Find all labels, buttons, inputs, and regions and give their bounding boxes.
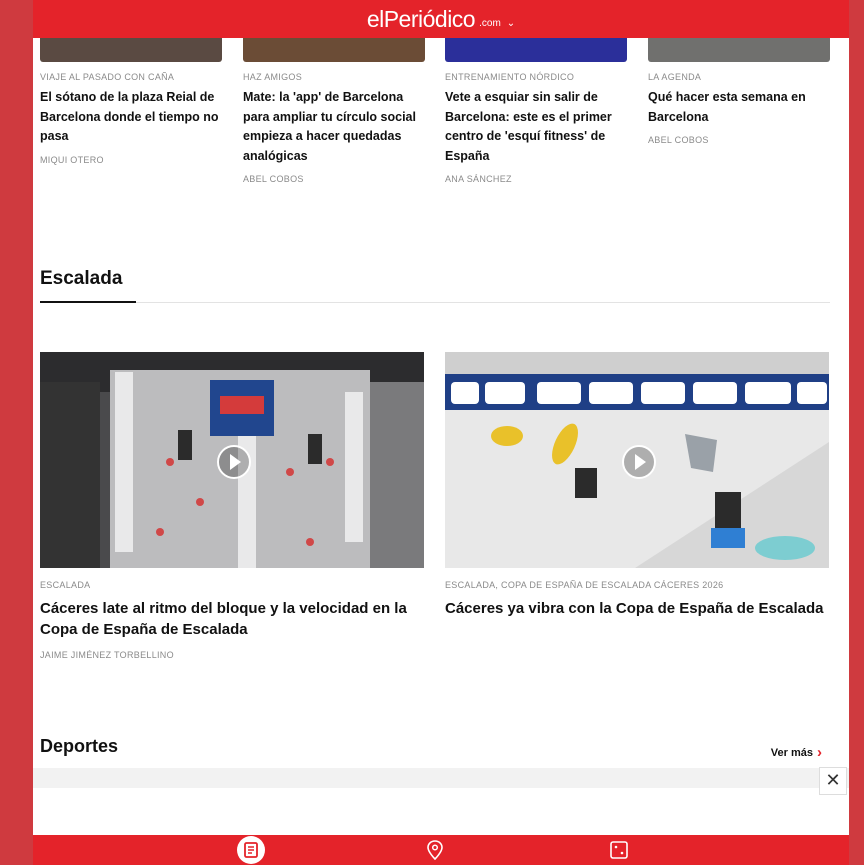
article-author: ANA SÁNCHEZ	[445, 174, 512, 184]
section-divider	[40, 302, 830, 303]
video-thumbnail[interactable]	[40, 352, 424, 568]
ad-banner	[33, 768, 849, 788]
article-card[interactable]: HAZ AMIGOS Mate: la 'app' de Barcelona p…	[243, 38, 425, 184]
article-thumbnail[interactable]	[648, 38, 830, 62]
article-card[interactable]: LA AGENDA Qué hacer esta semana en Barce…	[648, 38, 830, 145]
article-category[interactable]: HAZ AMIGOS	[243, 72, 425, 82]
brand-suffix: .com	[479, 17, 501, 29]
article-category[interactable]: LA AGENDA	[648, 72, 830, 82]
article-author: JAIME JIMÉNEZ TORBELLINO	[40, 650, 174, 660]
page: elPeriódico .com ⌄ VIAJE AL PASADO CON C…	[33, 0, 849, 865]
location-pin-icon	[427, 840, 443, 860]
article-title[interactable]: Mate: la 'app' de Barcelona para ampliar…	[243, 88, 425, 166]
article-card[interactable]: ENTRENAMIENTO NÓRDICO Vete a esquiar sin…	[445, 38, 627, 184]
section-title[interactable]: Escalada	[40, 268, 830, 290]
close-ad-button[interactable]: ✕	[819, 767, 847, 795]
nav-location-tab[interactable]	[423, 835, 447, 865]
article-thumbnail[interactable]	[40, 38, 222, 62]
section-title[interactable]: Deportes	[40, 736, 830, 757]
article-thumbnail[interactable]	[243, 38, 425, 62]
chevron-right-icon: ›	[817, 744, 822, 761]
edition-dropdown-icon[interactable]: ⌄	[507, 18, 515, 29]
article-author: ABEL COBOS	[648, 135, 709, 145]
nav-games-tab[interactable]	[607, 835, 631, 865]
top-bar: elPeriódico .com ⌄	[33, 0, 849, 38]
play-icon[interactable]	[622, 445, 656, 479]
ver-mas-label: Ver más	[770, 747, 813, 759]
article-title[interactable]: Cáceres ya vibra con la Copa de España d…	[445, 598, 829, 619]
nav-news-tab[interactable]	[233, 835, 269, 865]
brand-logo[interactable]: elPeriódico	[367, 6, 476, 33]
article-title[interactable]: Vete a esquiar sin salir de Barcelona: e…	[445, 88, 627, 166]
article-thumbnail[interactable]	[445, 38, 627, 62]
escalada-section-header: Escalada	[40, 268, 830, 303]
article-title[interactable]: Qué hacer esta semana en Barcelona	[648, 88, 830, 127]
article-category[interactable]: ESCALADA	[40, 580, 424, 590]
play-icon[interactable]	[217, 445, 251, 479]
article-author: ABEL COBOS	[243, 174, 304, 184]
video-article-card[interactable]: ESCALADA, COPA DE ESPAÑA DE ESCALADA CÁC…	[445, 352, 829, 619]
video-thumbnail[interactable]	[445, 352, 829, 568]
deportes-section-header: Deportes Ver más ›	[40, 736, 830, 770]
article-title[interactable]: El sótano de la plaza Reial de Barcelona…	[40, 88, 222, 147]
section-underline	[40, 301, 136, 303]
video-article-card[interactable]: ESCALADA Cáceres late al ritmo del bloqu…	[40, 352, 424, 660]
article-category[interactable]: VIAJE AL PASADO CON CAÑA	[40, 72, 222, 82]
dice-icon	[610, 841, 628, 859]
bottom-nav	[33, 835, 849, 865]
newspaper-icon	[237, 836, 265, 864]
article-category[interactable]: ENTRENAMIENTO NÓRDICO	[445, 72, 627, 82]
article-author: MIQUI OTERO	[40, 154, 104, 165]
article-card[interactable]: VIAJE AL PASADO CON CAÑA El sótano de la…	[40, 38, 222, 165]
ver-mas-link[interactable]: Ver más ›	[771, 744, 822, 761]
article-category[interactable]: ESCALADA, COPA DE ESPAÑA DE ESCALADA CÁC…	[445, 580, 829, 590]
article-title[interactable]: Cáceres late al ritmo del bloque y la ve…	[40, 598, 424, 640]
